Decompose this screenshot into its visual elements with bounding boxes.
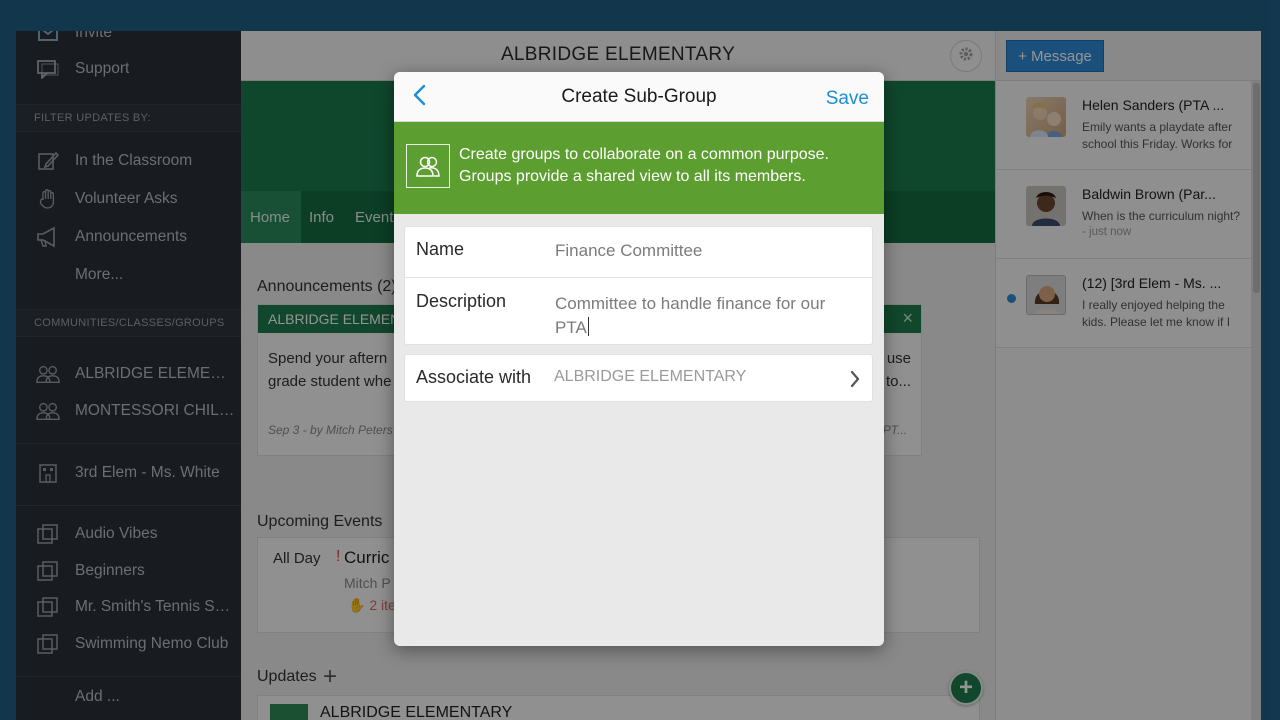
name-label: Name	[416, 239, 465, 259]
associate-with-row[interactable]: Associate with ALBRIDGE ELEMENTARY	[404, 354, 873, 402]
associate-value: ALBRIDGE ELEMENTARY	[554, 368, 747, 385]
group-icon	[406, 144, 450, 188]
description-row: Description Committee to handle finance …	[405, 278, 872, 344]
dialog-header: Create Sub-Group Save	[394, 72, 884, 122]
chevron-right-icon	[850, 370, 860, 393]
text-cursor	[587, 317, 589, 336]
create-subgroup-dialog: Create Sub-Group Save Create groups to c…	[394, 72, 884, 646]
description-line: Committee to handle finance for our	[555, 294, 826, 313]
info-text: Create groups to collaborate on a common…	[459, 144, 879, 188]
subgroup-form: Name Finance Committee Description Commi…	[404, 226, 873, 345]
description-label: Description	[416, 291, 507, 311]
info-line: Create groups to collaborate on a common…	[459, 146, 829, 163]
associate-label: Associate with	[416, 367, 532, 387]
description-field[interactable]: Committee to handle finance for our PTA	[555, 292, 825, 340]
info-line: Groups provide a shared view to all its …	[459, 168, 806, 185]
description-line: PTA	[555, 318, 587, 337]
info-banner: Create groups to collaborate on a common…	[394, 122, 884, 214]
name-row: Name Finance Committee	[405, 227, 872, 278]
name-field[interactable]: Finance Committee	[555, 239, 702, 263]
dialog-title: Create Sub-Group	[561, 86, 717, 107]
save-button[interactable]: Save	[826, 88, 869, 110]
